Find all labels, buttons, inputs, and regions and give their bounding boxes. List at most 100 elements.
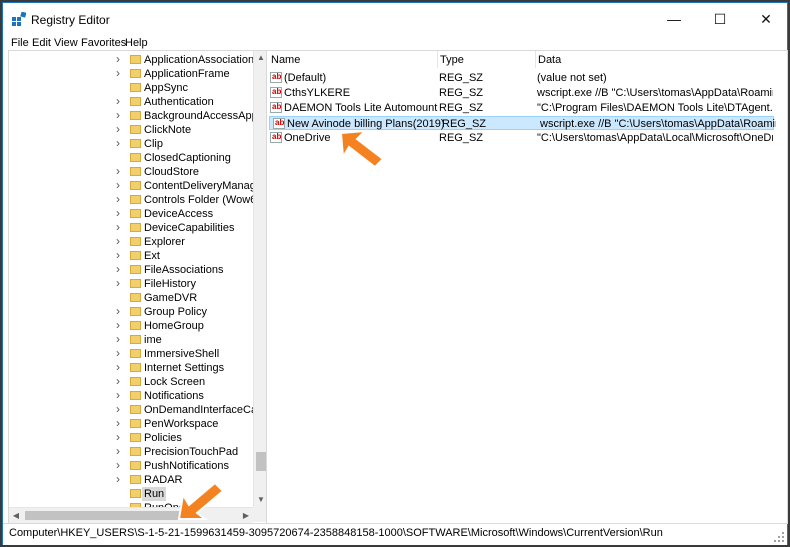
tree-item-label: Controls Folder (Wow64) bbox=[144, 194, 267, 206]
close-button[interactable]: ✕ bbox=[743, 3, 789, 36]
tree-item-label: OnDemandInterfaceCach bbox=[144, 404, 268, 416]
chevron-right-icon[interactable]: › bbox=[116, 262, 120, 276]
folder-icon bbox=[130, 279, 141, 288]
value-row[interactable]: ab CthsYLKERE REG_SZ wscript.exe //B "C:\Us… bbox=[267, 86, 775, 100]
folder-icon bbox=[130, 223, 141, 232]
column-header-type[interactable]: Type bbox=[440, 54, 464, 66]
tree-item-label: HomeGroup bbox=[144, 320, 204, 332]
chevron-right-icon[interactable]: › bbox=[116, 136, 120, 150]
values-pane[interactable]: Name Type Data ab (Default) REG_SZ (value n… bbox=[266, 50, 788, 524]
folder-icon bbox=[130, 209, 141, 218]
folder-icon bbox=[130, 153, 141, 162]
tree-item-label: FileAssociations bbox=[144, 264, 224, 276]
chevron-right-icon[interactable]: › bbox=[116, 192, 120, 206]
menu-file[interactable]: File bbox=[11, 37, 29, 49]
tree-item-label: PenWorkspace bbox=[144, 418, 219, 430]
chevron-right-icon[interactable]: › bbox=[116, 416, 120, 430]
chevron-right-icon[interactable]: › bbox=[116, 220, 120, 234]
tree-item-label: BackgroundAccessApplic bbox=[144, 110, 268, 122]
chevron-right-icon[interactable]: › bbox=[116, 402, 120, 416]
menu-help[interactable]: Help bbox=[125, 37, 148, 49]
chevron-right-icon[interactable]: › bbox=[116, 94, 120, 108]
column-divider[interactable] bbox=[535, 51, 536, 68]
tree-item-label: Policies bbox=[144, 432, 182, 444]
status-bar: Computer\HKEY_USERS\S-1-5-21-1599631459-… bbox=[3, 523, 787, 545]
folder-icon bbox=[130, 55, 141, 64]
hscroll-thumb[interactable] bbox=[25, 511, 193, 520]
chevron-right-icon[interactable]: › bbox=[116, 276, 120, 290]
folder-icon bbox=[130, 307, 141, 316]
folder-icon bbox=[130, 335, 141, 344]
chevron-right-icon[interactable]: › bbox=[116, 108, 120, 122]
string-value-icon: ab bbox=[270, 72, 282, 83]
chevron-right-icon[interactable]: › bbox=[116, 458, 120, 472]
chevron-right-icon[interactable]: › bbox=[116, 430, 120, 444]
column-header-data[interactable]: Data bbox=[538, 54, 561, 66]
folder-icon bbox=[130, 475, 141, 484]
window-title: Registry Editor bbox=[31, 13, 110, 27]
column-divider[interactable] bbox=[437, 51, 438, 68]
chevron-right-icon[interactable]: › bbox=[116, 318, 120, 332]
string-value-icon: ab bbox=[270, 87, 282, 98]
chevron-right-icon[interactable]: › bbox=[116, 52, 120, 66]
tree-item-label: CloudStore bbox=[144, 166, 200, 178]
chevron-right-icon[interactable]: › bbox=[116, 122, 120, 136]
tree-item-label: Notifications bbox=[144, 390, 204, 402]
chevron-right-icon[interactable]: › bbox=[116, 360, 120, 374]
column-header-name[interactable]: Name bbox=[271, 54, 300, 66]
chevron-right-icon[interactable]: › bbox=[116, 164, 120, 178]
folder-icon bbox=[130, 125, 141, 134]
folder-icon bbox=[130, 489, 141, 498]
chevron-right-icon[interactable]: › bbox=[116, 444, 120, 458]
string-value-icon: ab bbox=[270, 132, 282, 143]
tree-item-label: GameDVR bbox=[144, 292, 198, 304]
scroll-right-icon[interactable]: ▶ bbox=[239, 508, 253, 523]
menu-favorites[interactable]: Favorites bbox=[81, 37, 126, 49]
chevron-right-icon[interactable]: › bbox=[116, 234, 120, 248]
tree-item-label: ContentDeliveryManage bbox=[144, 180, 263, 192]
folder-icon bbox=[130, 447, 141, 456]
menu-view[interactable]: View bbox=[54, 37, 78, 49]
title-bar[interactable]: Registry Editor — ☐ ✕ bbox=[3, 3, 787, 36]
key-tree-pane[interactable]: › ApplicationAssociationTo › ApplicationFra… bbox=[8, 50, 268, 524]
folder-icon bbox=[130, 181, 141, 190]
value-name: CthsYLKERE bbox=[284, 87, 351, 99]
value-row[interactable]: ab DAEMON Tools Lite Automount REG_SZ "C:\P… bbox=[267, 101, 775, 115]
tree-item-label: Explorer bbox=[144, 236, 185, 248]
chevron-right-icon[interactable]: › bbox=[116, 248, 120, 262]
value-row[interactable]: ab (Default) REG_SZ (value not set) bbox=[267, 71, 775, 85]
value-data: "C:\Users\tomas\AppData\Local\Microsoft\… bbox=[537, 132, 773, 144]
chevron-right-icon[interactable]: › bbox=[116, 332, 120, 346]
chevron-right-icon[interactable]: › bbox=[116, 388, 120, 402]
chevron-right-icon[interactable]: › bbox=[116, 472, 120, 486]
registry-icon bbox=[12, 12, 26, 26]
resize-grip-icon[interactable] bbox=[774, 532, 784, 542]
scroll-left-icon[interactable]: ◀ bbox=[9, 508, 23, 523]
value-type: REG_SZ bbox=[439, 102, 484, 114]
folder-icon bbox=[130, 195, 141, 204]
tree-item-label: Clip bbox=[144, 138, 163, 150]
folder-icon bbox=[130, 349, 141, 358]
value-data: "C:\Program Files\DAEMON Tools Lite\DTAg… bbox=[537, 102, 773, 114]
arrow-annotation-icon bbox=[339, 129, 385, 169]
folder-icon bbox=[130, 321, 141, 330]
menu-edit[interactable]: Edit bbox=[32, 37, 51, 49]
chevron-right-icon[interactable]: › bbox=[116, 206, 120, 220]
chevron-right-icon[interactable]: › bbox=[116, 66, 120, 80]
minimize-button[interactable]: — bbox=[651, 3, 697, 36]
chevron-right-icon[interactable]: › bbox=[116, 346, 120, 360]
value-row[interactable]: ab New Avinode billing Plans(2019) REG_SZ w… bbox=[269, 116, 776, 130]
tree-item-label: ApplicationFrame bbox=[144, 68, 230, 80]
chevron-right-icon[interactable]: › bbox=[116, 178, 120, 192]
scroll-thumb[interactable] bbox=[256, 452, 266, 471]
value-data: wscript.exe //B "C:\Users\tomas\AppData\… bbox=[537, 87, 773, 99]
string-value-icon: ab bbox=[270, 102, 282, 113]
chevron-right-icon[interactable]: › bbox=[116, 374, 120, 388]
tree-item-label: ImmersiveShell bbox=[144, 348, 220, 360]
chevron-right-icon[interactable]: › bbox=[116, 304, 120, 318]
menu-bar: File Edit View Favorites Help bbox=[3, 36, 787, 51]
value-type: REG_SZ bbox=[439, 72, 484, 84]
maximize-button[interactable]: ☐ bbox=[697, 3, 743, 36]
folder-icon bbox=[130, 139, 141, 148]
tree-item-label: ClickNote bbox=[144, 124, 192, 136]
